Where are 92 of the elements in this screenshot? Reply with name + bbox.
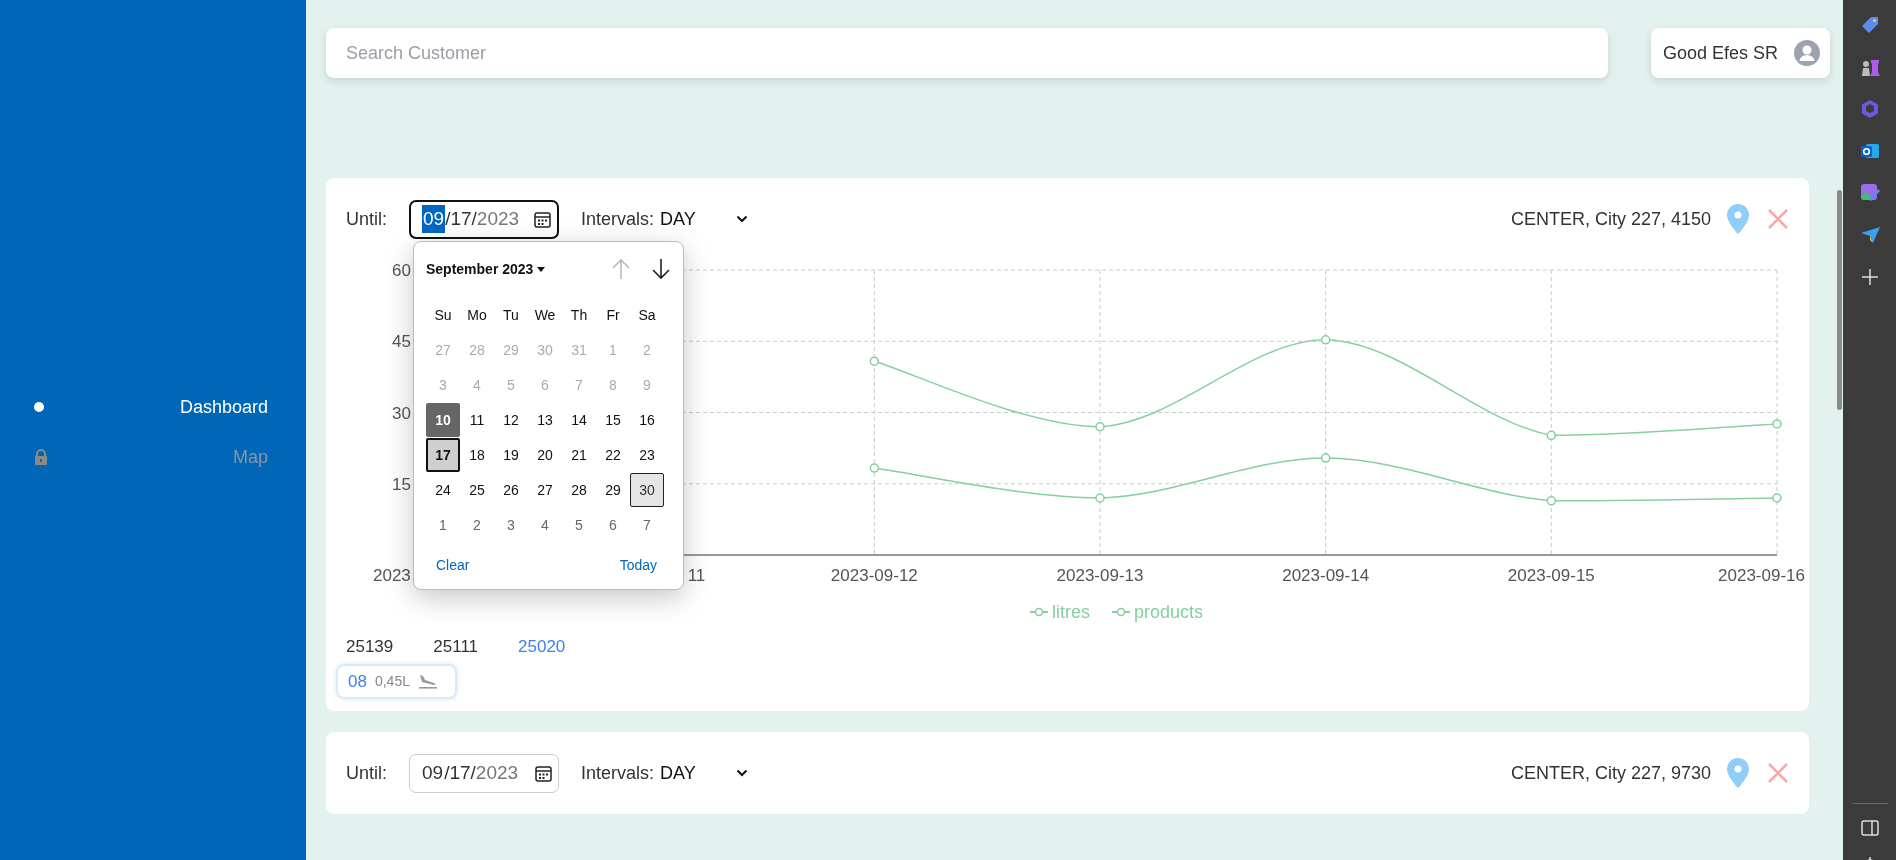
until-label: Until: bbox=[346, 207, 387, 231]
data-point bbox=[1320, 335, 1331, 345]
calendar-day[interactable]: 16 bbox=[630, 403, 664, 437]
weekday-label: Sa bbox=[637, 305, 657, 325]
active-dot-icon bbox=[34, 402, 44, 412]
chevron-down-icon bbox=[735, 215, 748, 223]
down-arrow-icon[interactable] bbox=[651, 258, 671, 280]
x-axis-label: 2023-09-13 bbox=[1056, 566, 1144, 585]
calendar-icon[interactable] bbox=[534, 210, 551, 228]
data-point bbox=[869, 356, 880, 366]
data-point bbox=[1095, 422, 1105, 432]
weekday-label: Mo bbox=[466, 305, 488, 325]
side-panel-icon[interactable] bbox=[1860, 820, 1879, 836]
search-field[interactable]: Search Customer bbox=[326, 28, 1608, 78]
chip-code: 08 bbox=[348, 670, 367, 693]
data-point bbox=[1772, 493, 1782, 503]
calendar-day[interactable]: 4 bbox=[528, 508, 562, 542]
data-point bbox=[1546, 496, 1557, 506]
calendar-day[interactable]: 22 bbox=[596, 438, 630, 472]
calendar-day[interactable]: 11 bbox=[460, 403, 494, 437]
user-name: Good Efes SR bbox=[1662, 41, 1778, 65]
calendar-day[interactable]: 27 bbox=[528, 473, 562, 507]
x-axis-label: 2023 bbox=[373, 566, 411, 585]
calendar-day[interactable]: 2 bbox=[460, 508, 494, 542]
interval-dropdown[interactable]: DAY bbox=[660, 205, 748, 233]
y-axis-label: 60 bbox=[392, 261, 411, 280]
y-axis-label: 45 bbox=[392, 332, 411, 352]
today-link[interactable]: Today bbox=[619, 555, 657, 576]
date-field[interactable]: 09/17/2023 bbox=[409, 199, 559, 239]
intervals-label: Intervals: bbox=[581, 761, 655, 785]
calendar-day[interactable]: 30 bbox=[630, 473, 664, 507]
x-axis-label: 2023-09-16 bbox=[1718, 566, 1805, 585]
calendar-day[interactable]: 18 bbox=[460, 438, 494, 472]
weekday-label: Tu bbox=[502, 305, 520, 325]
calendar-day[interactable]: 3 bbox=[494, 508, 528, 542]
calendar-day[interactable]: 1 bbox=[426, 508, 460, 542]
weekday-label: Th bbox=[569, 305, 589, 325]
y-axis-label: 15 bbox=[392, 474, 411, 494]
date-field[interactable]: 09/17/2023 bbox=[409, 753, 559, 793]
weekday-label: We bbox=[533, 305, 557, 325]
intervals-label: Intervals: bbox=[581, 207, 655, 231]
x-axis-label: 11 bbox=[687, 566, 706, 585]
x-axis-label: 2023-09-14 bbox=[1282, 566, 1370, 585]
sidebar-item[interactable]: Dashboard bbox=[0, 382, 306, 432]
avatar-icon[interactable] bbox=[1794, 40, 1820, 66]
chip-volume: 0,45L bbox=[374, 671, 410, 691]
plane-landing-icon bbox=[417, 673, 438, 690]
calendar-day[interactable]: 24 bbox=[426, 473, 460, 507]
calendar-day[interactable]: 5 bbox=[562, 508, 596, 542]
data-point bbox=[869, 463, 880, 473]
data-point bbox=[1546, 430, 1557, 441]
calendar-day[interactable]: 21 bbox=[562, 438, 596, 472]
caret-icon bbox=[537, 266, 546, 272]
clear-link[interactable]: Clear bbox=[436, 555, 470, 576]
calendar-day[interactable]: 25 bbox=[460, 473, 494, 507]
calendar-day[interactable]: 12 bbox=[494, 403, 528, 437]
calendar-day[interactable]: 20 bbox=[528, 438, 562, 472]
x-axis-label: 2023-09-15 bbox=[1507, 566, 1595, 585]
calendar-day[interactable]: 7 bbox=[630, 508, 664, 542]
calendar-day[interactable]: 14 bbox=[562, 403, 596, 437]
y-axis-label: 30 bbox=[392, 403, 411, 423]
calendar-day[interactable]: 19 bbox=[494, 438, 528, 472]
location-text: CENTER, City 227, 9730 bbox=[1510, 761, 1711, 785]
calendar-day[interactable]: 17 bbox=[426, 438, 460, 472]
scrollbar-thumb[interactable] bbox=[1837, 190, 1842, 410]
calendar-day[interactable]: 15 bbox=[596, 403, 630, 437]
x-axis-label: 2023-09-12 bbox=[830, 566, 918, 585]
weekday-label: Fr bbox=[605, 305, 621, 325]
calendar-day[interactable]: 29 bbox=[596, 473, 630, 507]
calendar-day[interactable]: 28 bbox=[562, 473, 596, 507]
number-tab[interactable]: 25020 bbox=[518, 634, 566, 660]
calendar-day[interactable]: 6 bbox=[596, 508, 630, 542]
calendar-day[interactable]: 23 bbox=[630, 438, 664, 472]
chevron-down-icon bbox=[735, 769, 748, 777]
month-selector[interactable]: September 2023 bbox=[426, 258, 546, 280]
data-point bbox=[1320, 453, 1331, 463]
paint-brush-icon[interactable] bbox=[1858, 182, 1881, 204]
data-point bbox=[1772, 419, 1782, 429]
location-text: CENTER, City 227, 4150 bbox=[1510, 207, 1711, 231]
user-menu[interactable]: Good Efes SR bbox=[1650, 28, 1830, 78]
data-point bbox=[1095, 493, 1105, 503]
number-tab[interactable]: 25111 bbox=[433, 634, 479, 660]
calendar-day[interactable]: 10 bbox=[426, 403, 460, 437]
until-label: Until: bbox=[346, 761, 387, 785]
lock-icon bbox=[34, 449, 48, 465]
weekday-label: Su bbox=[433, 305, 453, 325]
calendar-day[interactable]: 13 bbox=[528, 403, 562, 437]
number-tab[interactable]: 25139 bbox=[346, 634, 394, 660]
product-chip[interactable]: 08 0,45L bbox=[336, 663, 457, 699]
interval-dropdown[interactable]: DAY bbox=[660, 759, 748, 787]
calendar-icon[interactable] bbox=[535, 764, 552, 782]
calendar-day[interactable]: 26 bbox=[494, 473, 528, 507]
